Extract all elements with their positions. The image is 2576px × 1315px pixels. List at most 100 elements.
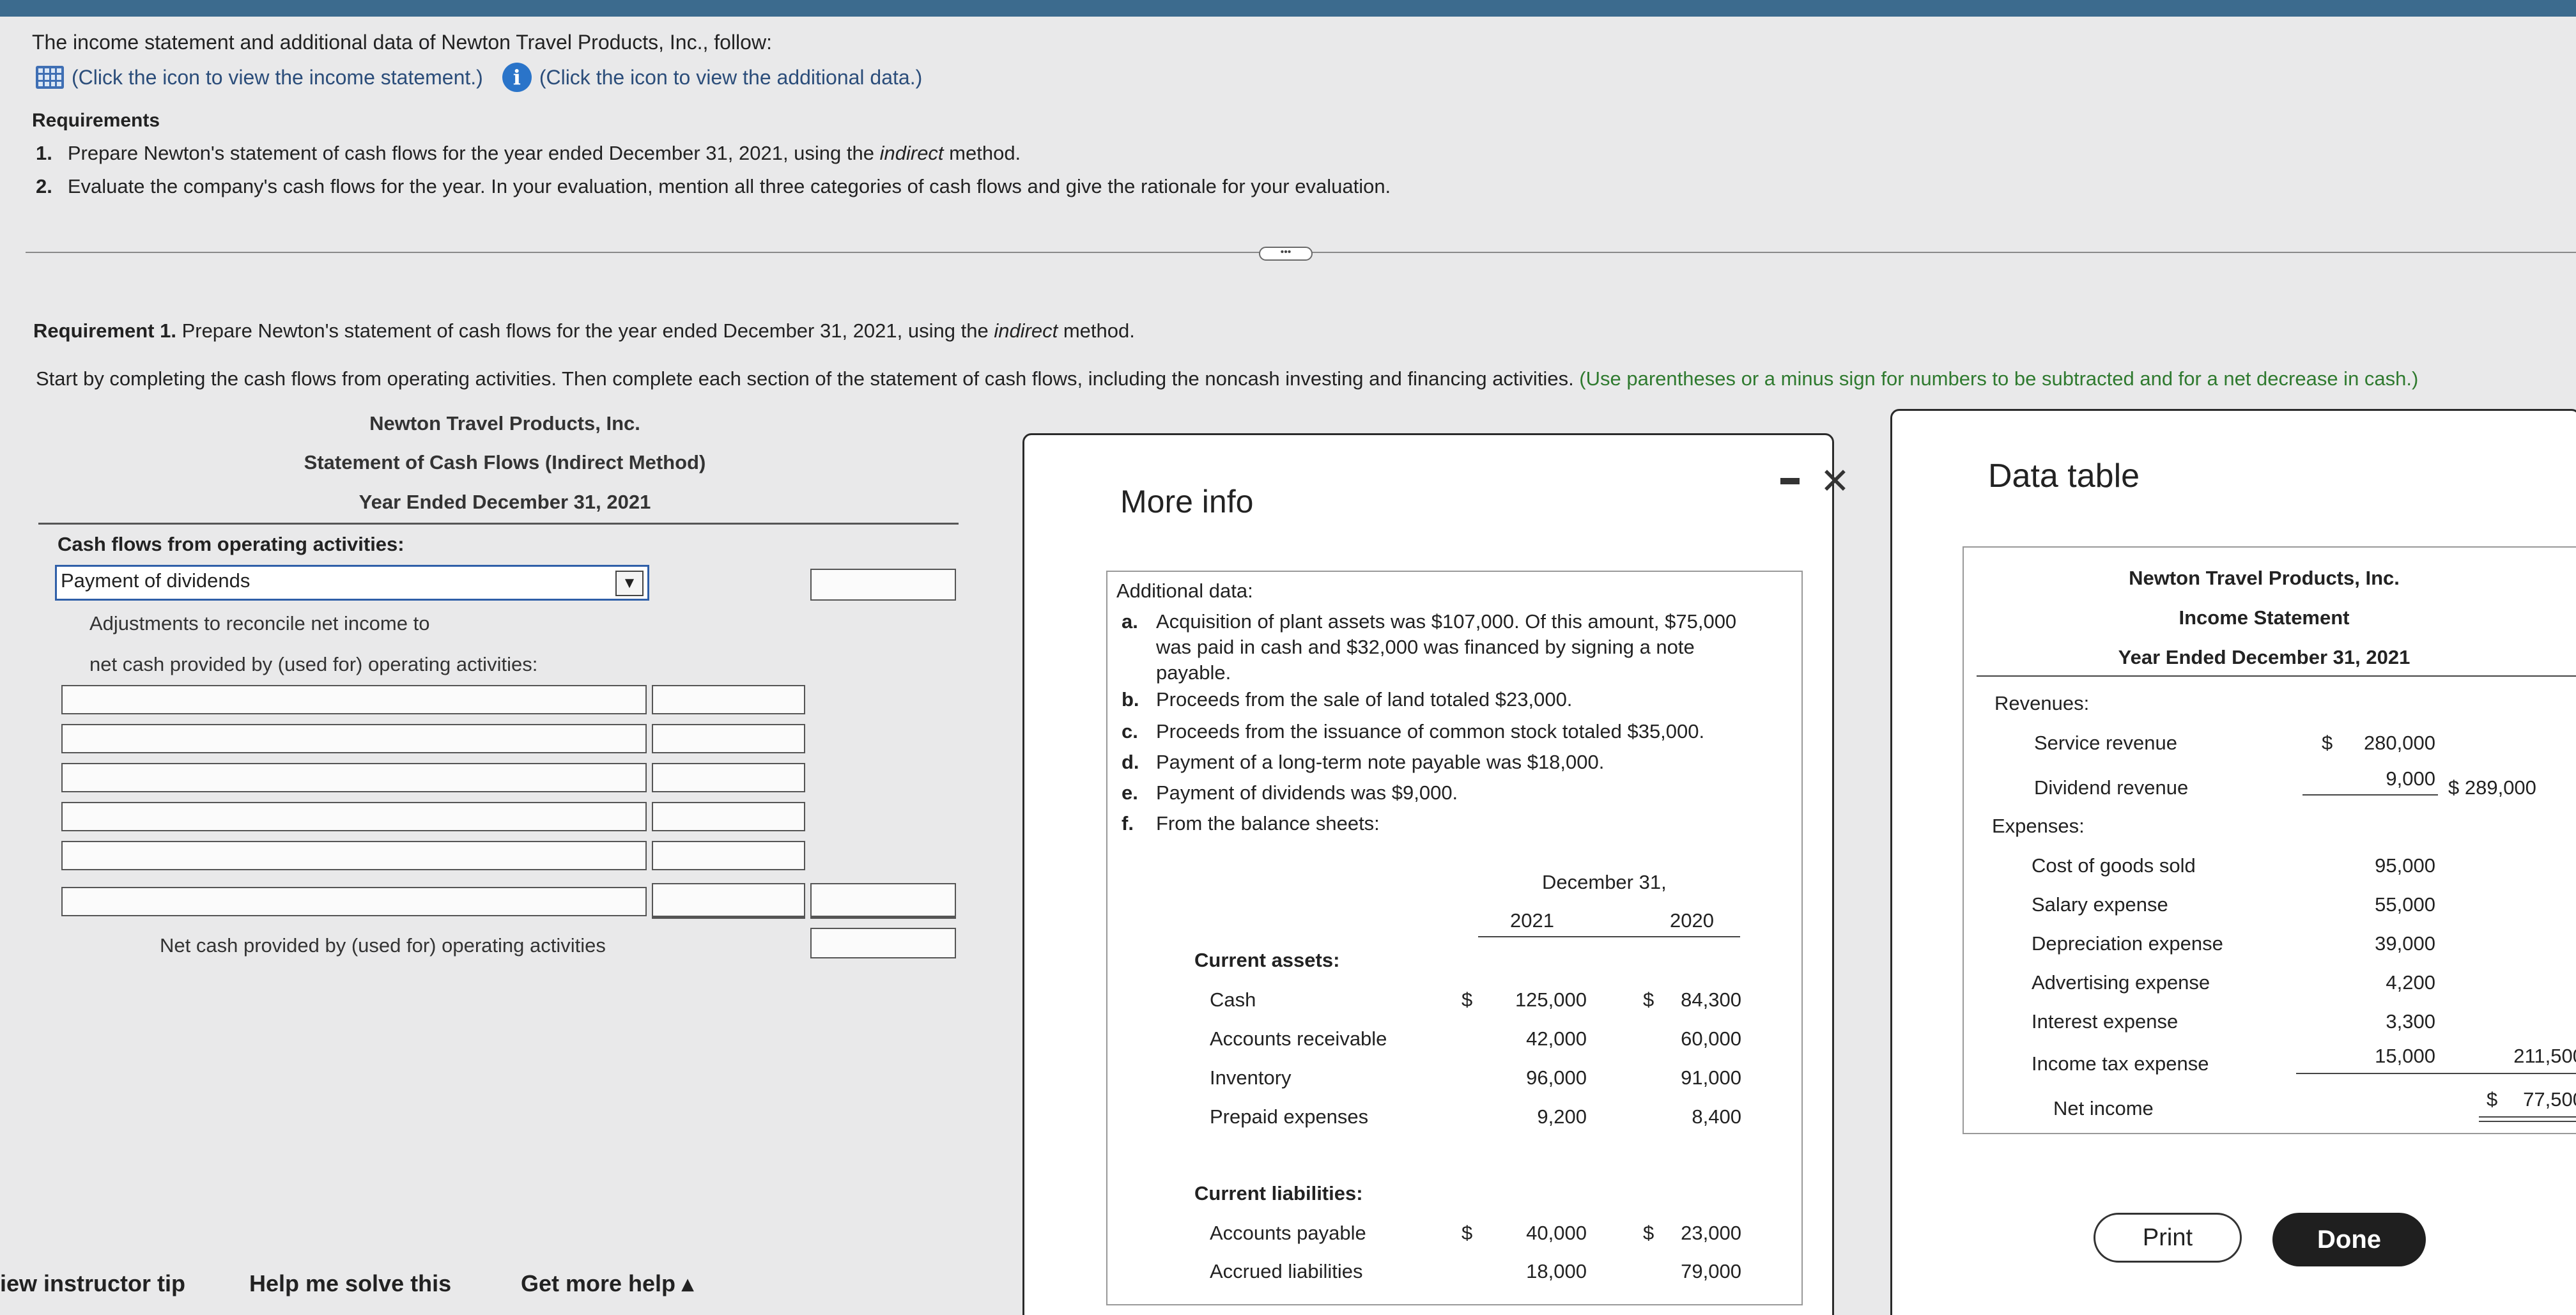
operating-dropdown[interactable]: Payment of dividends ▼ — [55, 565, 649, 601]
asset-value-2020: 60,000 — [1681, 1027, 1741, 1050]
table-icon[interactable] — [36, 66, 64, 89]
additional-data-link[interactable]: (Click the icon to view the additional d… — [539, 66, 922, 89]
net-income-input[interactable] — [810, 569, 956, 601]
balance-header: December 31, — [1542, 871, 1667, 893]
additional-item-c: c. Proceeds from the issuance of common s… — [1122, 720, 1705, 742]
adjustment-desc-5[interactable] — [61, 841, 647, 870]
expenses-total-rule — [2296, 1073, 2576, 1074]
requirement-item-2: 2. Evaluate the company's cash flows for … — [36, 175, 1391, 197]
adjustment-amount-4[interactable] — [652, 802, 805, 831]
balance-header-rule — [1478, 936, 1740, 937]
adjustment-amount-2[interactable] — [652, 724, 805, 753]
more-info-title: More info — [1120, 484, 1254, 519]
adjustments-label-2: net cash provided by (used for) operatin… — [89, 653, 538, 675]
asset-value-2020: 91,000 — [1681, 1066, 1741, 1089]
data-table-title: Data table — [1988, 458, 2140, 495]
expenses-label: Expenses: — [1992, 815, 2085, 837]
adjustments-label-1: Adjustments to reconcile net income to — [89, 612, 430, 634]
expense-name: Depreciation expense — [2032, 932, 2223, 955]
operating-activities-label: Cash flows from operating activities: — [58, 533, 405, 555]
revenue-name: Dividend revenue — [2034, 776, 2189, 799]
adjustment-desc-6[interactable] — [61, 887, 647, 916]
minimize-icon[interactable] — [1780, 478, 1800, 484]
asset-value-2021: 42,000 — [1526, 1027, 1587, 1050]
requirements-title: Requirements — [32, 110, 160, 131]
asset-value-2021: 9,200 — [1537, 1105, 1587, 1128]
net-cash-operating-label: Net cash provided by (used for) operatin… — [160, 934, 606, 957]
data-links: (Click the icon to view the income state… — [36, 63, 922, 92]
adjustment-desc-3[interactable] — [61, 763, 647, 792]
additional-item-b: b. Proceeds from the sale of land totaled… — [1122, 688, 1573, 711]
balance-year-2021: 2021 — [1510, 909, 1554, 932]
asset-value-2020: 84,300 — [1681, 988, 1741, 1011]
current-assets-label: Current assets: — [1194, 949, 1340, 971]
income-statement-panel: Newton Travel Products, Inc. Income Stat… — [1963, 546, 2576, 1134]
revenue-name: Service revenue — [2034, 732, 2178, 754]
chevron-down-icon[interactable]: ▼ — [615, 571, 644, 596]
asset-value-2021: 96,000 — [1526, 1066, 1587, 1089]
additional-item-a: a. Acquisition of plant assets was $107,0… — [1122, 610, 1737, 684]
adjustments-total-input[interactable] — [810, 883, 956, 919]
adjustment-desc-2[interactable] — [61, 724, 647, 753]
adjustment-amount-5[interactable] — [652, 841, 805, 870]
liability-value-2021: 18,000 — [1526, 1260, 1587, 1282]
help-solve-link[interactable]: Help me solve this — [249, 1270, 451, 1297]
asset-value-2021: 125,000 — [1515, 988, 1587, 1011]
expense-amount: 3,300 — [2386, 1010, 2435, 1033]
asset-name: Cash — [1210, 988, 1256, 1011]
net-income-rule-1 — [2479, 1116, 2576, 1118]
dropdown-value: Payment of dividends — [61, 569, 251, 592]
expense-amount: 55,000 — [2375, 893, 2435, 916]
liability-value-2020: 79,000 — [1681, 1260, 1741, 1282]
expand-button[interactable]: ••• — [1259, 247, 1313, 261]
asset-name: Prepaid expenses — [1210, 1105, 1369, 1128]
instructor-tip-link[interactable]: iew instructor tip — [0, 1270, 185, 1297]
info-icon[interactable]: i — [502, 63, 532, 92]
adjustment-desc-1[interactable] — [61, 685, 647, 714]
expense-amount: 15,000 — [2375, 1045, 2435, 1067]
additional-data-panel: Additional data: a. Acquisition of plant … — [1106, 571, 1803, 1305]
done-button[interactable]: Done — [2272, 1213, 2426, 1266]
net-income-rule-2 — [2479, 1121, 2576, 1122]
adjustment-desc-4[interactable] — [61, 802, 647, 831]
asset-value-2020: 8,400 — [1692, 1105, 1741, 1128]
expense-name: Cost of goods sold — [2032, 854, 2196, 877]
expense-name: Interest expense — [2032, 1010, 2179, 1033]
top-bar — [0, 0, 2576, 17]
expense-name: Salary expense — [2032, 893, 2168, 916]
income-statement-link[interactable]: (Click the icon to view the income state… — [72, 66, 483, 89]
current-liabilities-label: Current liabilities: — [1194, 1182, 1363, 1204]
net-income-value: 77,500 — [2523, 1088, 2576, 1111]
more-info-dialog: More info ✕ Additional data: a. Acquisiti… — [1022, 433, 1850, 1315]
close-icon[interactable]: ✕ — [1820, 461, 1850, 502]
adjustment-amount-6[interactable] — [652, 883, 805, 919]
intro-text: The income statement and additional data… — [32, 31, 772, 54]
net-cash-operating-input[interactable] — [810, 928, 956, 958]
liability-dollar-2021: $ — [1462, 1222, 1473, 1244]
asset-dollar-2020: $ — [1643, 988, 1654, 1011]
income-title: Income Statement — [2179, 606, 2350, 629]
asset-name: Accounts receivable — [1210, 1027, 1387, 1050]
expense-amount: 95,000 — [2375, 854, 2435, 877]
revenue-total: $ 289,000 — [2448, 776, 2536, 799]
requirement-1-heading: Requirement 1. Prepare Newton's statemen… — [33, 319, 1135, 342]
liability-dollar-2020: $ — [1643, 1222, 1654, 1244]
income-header-rule — [1977, 675, 2576, 677]
expense-name: Income tax expense — [2032, 1052, 2209, 1075]
print-button[interactable]: Print — [2094, 1213, 2242, 1263]
liability-name: Accounts payable — [1210, 1222, 1366, 1244]
statement-title: Statement of Cash Flows (Indirect Method… — [304, 451, 706, 473]
expense-amount: 4,200 — [2386, 971, 2435, 994]
data-table-dialog: Data table Newton Travel Products, Inc. … — [1890, 409, 2576, 1315]
requirement-item-1: 1. Prepare Newton's statement of cash flo… — [36, 142, 1021, 164]
balance-year-2020: 2020 — [1670, 909, 1714, 932]
revenue-dollar: $ — [2322, 732, 2333, 754]
instructions: Start by completing the cash flows from … — [36, 367, 2419, 390]
liability-value-2020: 23,000 — [1681, 1222, 1741, 1244]
adjustment-amount-3[interactable] — [652, 763, 805, 792]
asset-dollar-2021: $ — [1462, 988, 1473, 1011]
income-company: Newton Travel Products, Inc. — [2129, 567, 2400, 589]
more-help-link[interactable]: Get more help ▴ — [521, 1270, 693, 1297]
statement-rule — [38, 523, 959, 525]
adjustment-amount-1[interactable] — [652, 685, 805, 714]
